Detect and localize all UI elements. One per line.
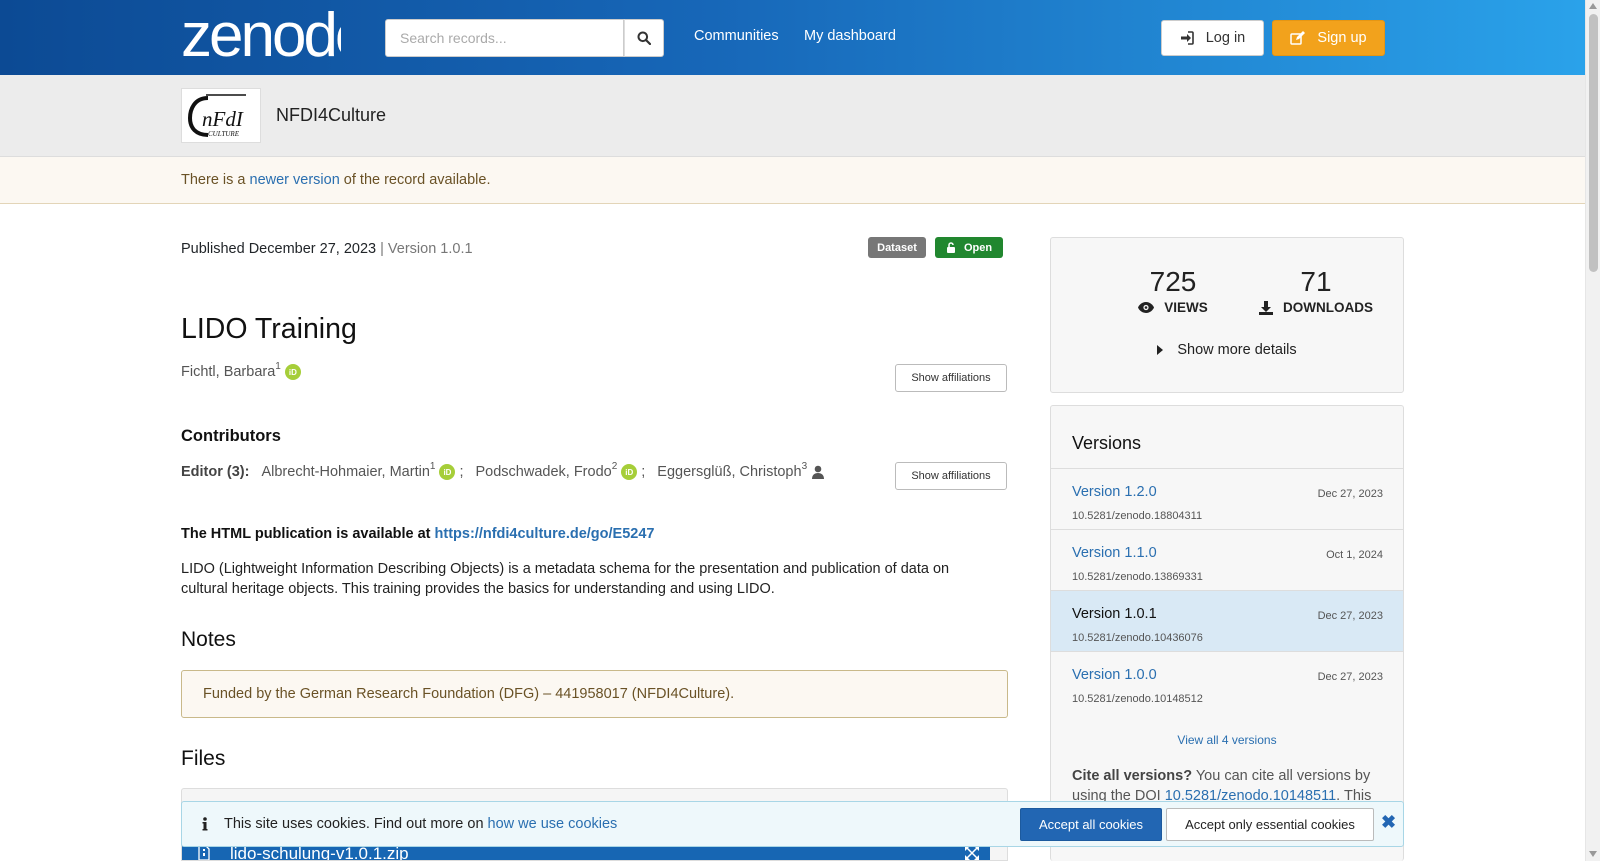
unlock-icon — [946, 242, 955, 253]
downloads-stat: 71 DOWNLOADS — [1246, 266, 1386, 315]
version-date: Oct 1, 2024 — [1326, 549, 1383, 561]
accept-all-cookies-button[interactable]: Accept all cookies — [1020, 808, 1162, 841]
show-more-details-label: Show more details — [1177, 342, 1297, 358]
page-scrollbar[interactable] — [1585, 0, 1600, 861]
version-link[interactable]: Version 1.0.0 — [1072, 667, 1157, 683]
editor-name[interactable]: Podschwadek, Frodo — [475, 464, 611, 480]
show-contributor-affiliations-button[interactable]: Show affiliations — [895, 462, 1007, 490]
creator-affiliation-number: 1 — [275, 361, 281, 372]
creator-list: Fichtl, Barbara 1 iD — [181, 361, 301, 380]
stats-panel: 725 VIEWS 71 DOWNLOADS Show more details — [1050, 237, 1404, 393]
caret-right-icon — [1157, 345, 1164, 355]
notes-box: Funded by the German Research Foundation… — [181, 670, 1008, 718]
community-logo-text: nFdI — [202, 107, 244, 131]
search-icon — [637, 31, 651, 45]
zip-file-icon — [198, 845, 210, 860]
search-button[interactable] — [624, 19, 664, 57]
signup-button[interactable]: Sign up — [1272, 20, 1385, 56]
download-icon — [1259, 300, 1273, 315]
editor-label: Editor (3): — [181, 464, 250, 480]
newer-version-notice: There is a newer version of the record a… — [0, 157, 1585, 204]
html-publication-link[interactable]: https://nfdi4culture.de/go/E5247 — [435, 526, 655, 542]
version-doi: 10.5281/zenodo.18804311 — [1072, 510, 1203, 522]
downloads-label: DOWNLOADS — [1283, 300, 1373, 315]
cookie-banner: This site uses cookies. Find out more on… — [181, 801, 1404, 847]
version-link[interactable]: Version 1.1.0 — [1072, 545, 1157, 561]
close-icon[interactable]: ✖ — [1381, 812, 1396, 833]
notes-text: Funded by the German Research Foundation… — [203, 686, 735, 702]
edit-icon — [1290, 30, 1306, 45]
community-logo-subtext: CULTURE — [208, 130, 240, 138]
editor-name[interactable]: Albrecht-Hohmaier, Martin — [261, 464, 429, 480]
cite-all-versions-text: Cite all versions? You can cite all vers… — [1072, 768, 1372, 804]
views-stat: 725 VIEWS — [1113, 266, 1233, 315]
version-doi: 10.5281/zenodo.13869331 — [1072, 571, 1203, 583]
zenodo-logo-text: zenodo — [181, 6, 341, 62]
version-date: Dec 27, 2023 — [1317, 610, 1383, 622]
community-logo[interactable]: nFdI CULTURE — [181, 88, 261, 143]
files-heading: Files — [181, 747, 226, 770]
community-header: nFdI CULTURE NFDI4Culture — [0, 75, 1585, 157]
sign-in-icon — [1180, 31, 1194, 45]
zenodo-logo[interactable]: zenodo — [181, 6, 341, 62]
publication-info: Published December 27, 2023 | Version 1.… — [181, 241, 473, 257]
editors-list: Editor (3): Albrecht-Hohmaier, Martin 1 i… — [181, 461, 825, 480]
accept-essential-cookies-button[interactable]: Accept only essential cookies — [1166, 808, 1374, 841]
orcid-icon[interactable]: iD — [621, 464, 638, 480]
version-row[interactable]: Version 1.0.0 Dec 27, 2023 10.5281/zenod… — [1051, 651, 1403, 712]
nav-my-dashboard[interactable]: My dashboard — [804, 28, 896, 44]
eye-icon — [1138, 302, 1155, 313]
version-link[interactable]: Version 1.2.0 — [1072, 484, 1157, 500]
login-label: Log in — [1205, 30, 1246, 46]
newer-version-link[interactable]: newer version — [250, 172, 340, 188]
scroll-down-arrow-icon[interactable] — [1589, 851, 1597, 857]
cookie-policy-link[interactable]: how we use cookies — [488, 816, 618, 832]
version-doi: 10.5281/zenodo.10148512 — [1072, 693, 1203, 705]
orcid-icon[interactable]: iD — [439, 464, 456, 480]
signup-label: Sign up — [1317, 30, 1367, 46]
version-row[interactable]: Version 1.1.0 Oct 1, 2024 10.5281/zenodo… — [1051, 529, 1403, 590]
version-row-current[interactable]: Version 1.0.1 Dec 27, 2023 10.5281/zenod… — [1051, 590, 1403, 651]
record-version: | Version 1.0.1 — [380, 241, 473, 257]
scroll-up-arrow-icon[interactable] — [1589, 3, 1597, 9]
published-date: Published December 27, 2023 — [181, 241, 377, 257]
notes-heading: Notes — [181, 628, 236, 651]
views-count: 725 — [1149, 266, 1197, 297]
resource-type-badge: Dataset — [868, 237, 926, 258]
newer-version-text: There is a newer version of the record a… — [181, 172, 491, 188]
info-icon — [202, 817, 208, 831]
search-input[interactable] — [385, 19, 624, 57]
html-publication-note: The HTML publication is available at htt… — [181, 526, 655, 542]
record-description: LIDO (Lightweight Information Describing… — [181, 561, 950, 597]
versions-heading: Versions — [1072, 433, 1142, 453]
version-date: Dec 27, 2023 — [1317, 488, 1383, 500]
user-icon — [812, 465, 825, 479]
contributors-heading: Contributors — [181, 427, 281, 445]
show-affiliations-button[interactable]: Show affiliations — [895, 364, 1007, 392]
view-all-versions-link[interactable]: View all 4 versions — [1051, 733, 1403, 747]
search-bar — [385, 19, 664, 57]
top-navbar: zenodo Communities My dashboard Log in S… — [0, 0, 1585, 75]
versions-panel: Versions Version 1.2.0 Dec 27, 2023 10.5… — [1050, 405, 1404, 861]
orcid-icon[interactable]: iD — [284, 364, 301, 380]
login-button[interactable]: Log in — [1161, 20, 1264, 56]
nav-communities[interactable]: Communities — [694, 28, 779, 44]
version-date: Dec 27, 2023 — [1317, 671, 1383, 683]
views-label: VIEWS — [1164, 300, 1208, 315]
record-title: LIDO Training — [181, 313, 357, 345]
expand-icon[interactable] — [964, 845, 980, 861]
version-label: Version 1.0.1 — [1072, 606, 1157, 622]
editor-name[interactable]: Eggersglüß, Christoph — [657, 464, 801, 480]
downloads-count: 71 — [1300, 266, 1332, 297]
community-name[interactable]: NFDI4Culture — [276, 105, 386, 126]
scrollbar-thumb[interactable] — [1589, 14, 1598, 272]
cookie-message: This site uses cookies. Find out more on… — [202, 816, 617, 832]
show-more-details-toggle[interactable]: Show more details — [1051, 342, 1403, 358]
access-status-badge: Open — [935, 237, 1003, 258]
version-row[interactable]: Version 1.2.0 Dec 27, 2023 10.5281/zenod… — [1051, 468, 1403, 529]
version-doi: 10.5281/zenodo.10436076 — [1072, 632, 1203, 644]
creator-name[interactable]: Fichtl, Barbara — [181, 364, 275, 380]
